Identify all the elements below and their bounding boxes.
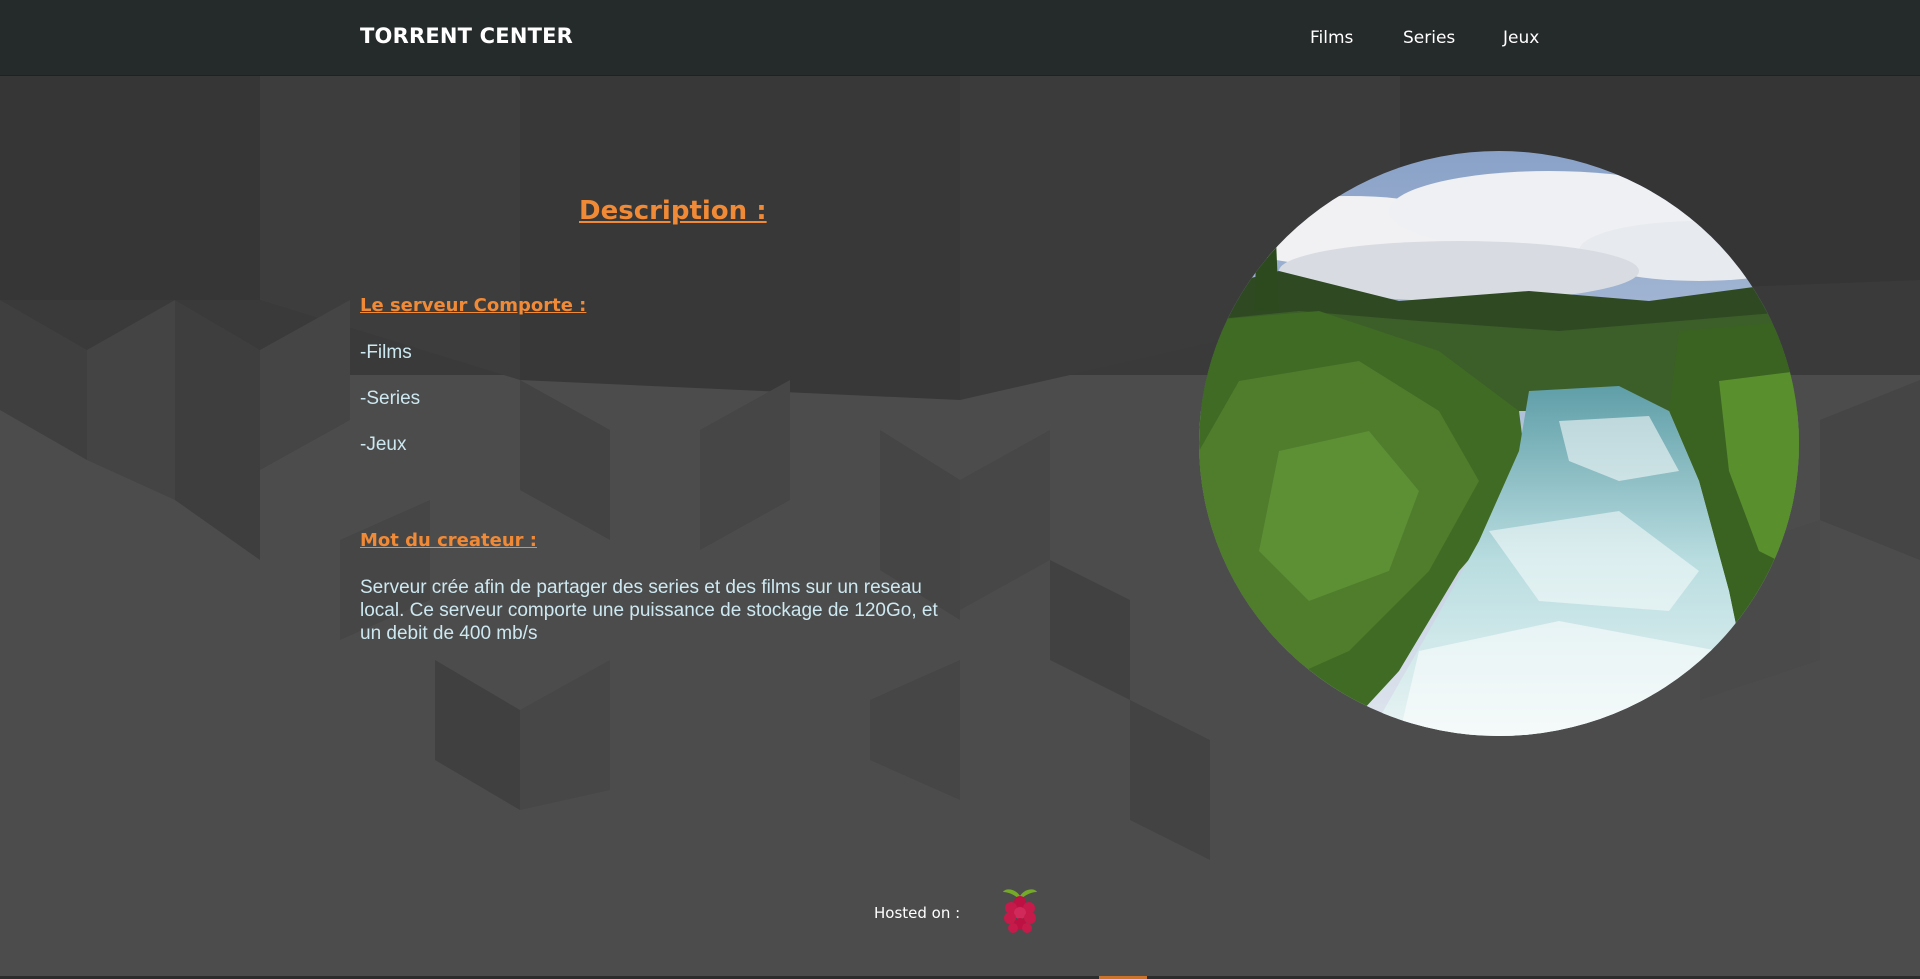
server-item-films: -Films: [360, 342, 412, 363]
nav-link-jeux[interactable]: Jeux: [1503, 28, 1539, 48]
nav-link-series[interactable]: Series: [1403, 28, 1455, 48]
top-navbar: TORRENT CENTER Films Series Jeux: [0, 0, 1920, 76]
river-rapids-photo: [1199, 151, 1799, 736]
nav-link-films[interactable]: Films: [1310, 28, 1353, 48]
raspberry-pi-icon: [1003, 889, 1037, 933]
main-content: Description : Le serveur Comporte : -Fil…: [0, 0, 1920, 979]
creator-section-title: Mot du createur :: [360, 530, 537, 551]
creator-text: Serveur crée afin de partager des series…: [360, 577, 938, 644]
brand-logo-text[interactable]: TORRENT CENTER: [360, 24, 573, 48]
description-heading: Description :: [579, 196, 767, 226]
server-section-title: Le serveur Comporte :: [360, 295, 587, 316]
hosted-on-label: Hosted on :: [874, 904, 961, 922]
server-item-series: -Series: [360, 388, 421, 409]
server-item-jeux: -Jeux: [360, 434, 407, 455]
